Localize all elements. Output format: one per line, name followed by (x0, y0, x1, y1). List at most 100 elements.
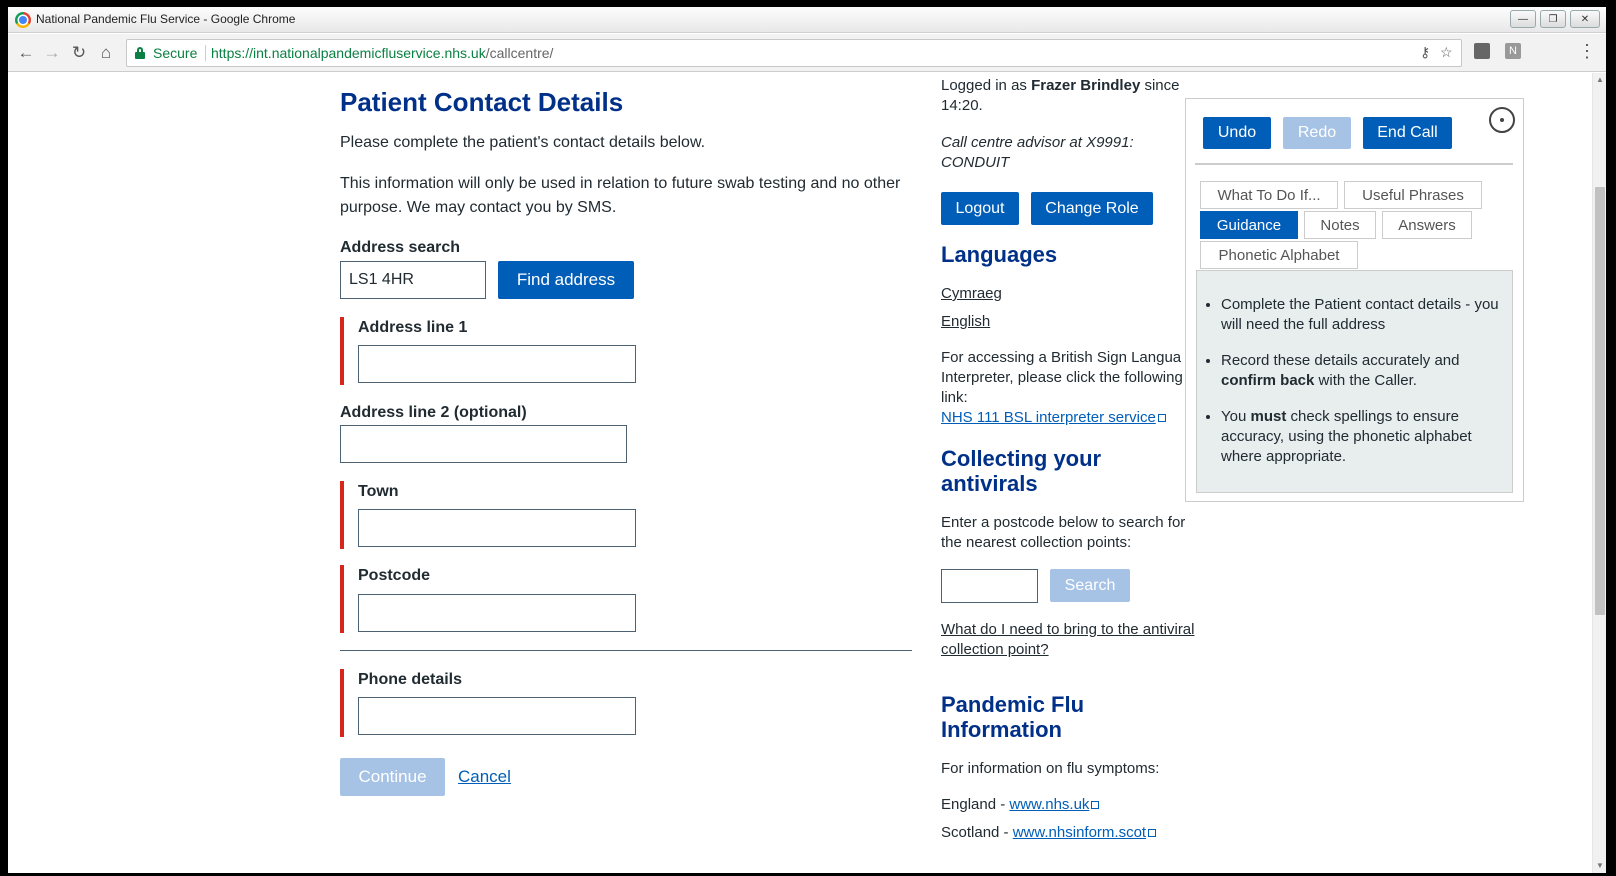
england-row: England - www.nhs.uk (941, 795, 1100, 815)
tab-useful-phrases[interactable]: Useful Phrases (1344, 181, 1482, 209)
town-label: Town (358, 483, 399, 500)
bookmark-star-icon[interactable]: ☆ (1440, 44, 1453, 61)
bring-link-1[interactable]: What do I need to bring to the antiviral (941, 620, 1194, 640)
scroll-thumb[interactable] (1595, 187, 1605, 615)
bring-link-2[interactable]: collection point? (941, 640, 1049, 660)
url-text: https://int.nationalpandemicfluservice.n… (211, 45, 553, 61)
role-line-1: Call centre advisor at X9991: (941, 134, 1134, 151)
url-host: https://int.nationalpandemicfluservice.n… (211, 45, 486, 61)
tab-guidance[interactable]: Guidance (1200, 211, 1298, 239)
error-indicator (340, 317, 344, 385)
change-role-button[interactable]: Change Role (1031, 192, 1153, 225)
collect-text-2: the nearest collection points: (941, 534, 1132, 551)
minimize-button[interactable]: — (1510, 10, 1536, 28)
collect-text-1: Enter a postcode below to search for (941, 514, 1186, 531)
address-line1-label: Address line 1 (358, 319, 468, 336)
flu-heading-2: Information (941, 717, 1062, 742)
url-path: /callcentre/ (485, 45, 554, 61)
close-window-button[interactable]: ✕ (1570, 10, 1600, 28)
tab-phonetic-alphabet[interactable]: Phonetic Alphabet (1200, 241, 1358, 269)
home-icon[interactable]: ⌂ (96, 43, 116, 63)
tab-what-to-do-if[interactable]: What To Do If... (1200, 181, 1338, 209)
panel-divider (1195, 163, 1513, 165)
error-indicator (340, 481, 344, 549)
guidance-item: Complete the Patient contact details - y… (1221, 295, 1500, 335)
tab-notes[interactable]: Notes (1304, 211, 1376, 239)
postcode-input[interactable] (358, 594, 636, 632)
scroll-up-icon[interactable]: ▲ (1593, 73, 1606, 87)
bsl-text-3: link: (941, 389, 968, 406)
address-bar[interactable]: Secure https://int.nationalpandemicfluse… (126, 39, 1462, 67)
browser-toolbar: ← → ↻ ⌂ Secure https://int.nationalpande… (8, 34, 1606, 72)
address-line2-input[interactable] (340, 425, 627, 463)
undo-button[interactable]: Undo (1203, 117, 1271, 149)
scotland-row: Scotland - www.nhsinform.scot (941, 823, 1157, 843)
address-line2-label: Address line 2 (optional) (340, 404, 527, 421)
secure-label: Secure (153, 45, 198, 61)
collecting-heading-2: antivirals (941, 471, 1038, 496)
address-line1-input[interactable] (358, 345, 636, 383)
external-link-icon (1091, 801, 1100, 809)
logout-button[interactable]: Logout (941, 192, 1019, 225)
guidance-content: Complete the Patient contact details - y… (1196, 270, 1513, 493)
forward-icon[interactable]: → (42, 43, 62, 63)
cymraeg-link[interactable]: Cymraeg (941, 284, 1002, 304)
flu-heading-1: Pandemic Flu (941, 692, 1085, 717)
town-input[interactable] (358, 509, 636, 547)
guidance-item: You must check spellings to ensure accur… (1221, 407, 1500, 467)
english-link[interactable]: English (941, 312, 990, 332)
page-scrollbar[interactable]: ▲ ▼ (1592, 73, 1606, 873)
role-line-2: CONDUIT (941, 154, 1010, 171)
error-indicator (340, 669, 344, 737)
chrome-logo-icon (15, 12, 31, 28)
window-title: National Pandemic Flu Service - Google C… (36, 12, 296, 26)
phone-input[interactable] (358, 697, 636, 735)
error-indicator (340, 565, 344, 633)
divider (340, 650, 912, 651)
external-link-icon (1148, 829, 1157, 837)
logged-in-time: 14:20. (941, 97, 983, 114)
nhs-inform-link[interactable]: www.nhsinform.scot (1013, 824, 1146, 841)
bsl-link-wrap: NHS 111 BSL interpreter service (941, 408, 1166, 428)
postcode-label: Postcode (358, 567, 431, 584)
page-title: Patient Contact Details (340, 87, 624, 117)
collecting-heading-1: Collecting your (941, 446, 1102, 471)
maximize-button[interactable]: ❐ (1540, 10, 1566, 28)
cancel-link[interactable]: Cancel (458, 767, 511, 787)
user-name: Frazer Brindley (1031, 77, 1141, 94)
bsl-interpreter-link[interactable]: NHS 111 BSL interpreter service (941, 409, 1156, 426)
logged-in-text: Logged in as Frazer Brindley since (941, 77, 1180, 94)
redo-button[interactable]: Redo (1283, 117, 1351, 149)
nhs-uk-link[interactable]: www.nhs.uk (1009, 796, 1089, 813)
extension-n-icon[interactable]: N (1505, 43, 1521, 59)
languages-heading: Languages (941, 242, 1058, 267)
call-guidance-panel: Undo Redo End Call What To Do If... Usef… (1185, 98, 1524, 502)
search-collection-button[interactable]: Search (1050, 569, 1130, 602)
collection-postcode-input[interactable] (941, 569, 1038, 603)
key-icon[interactable]: ⚷ (1420, 44, 1430, 61)
target-icon[interactable] (1489, 107, 1515, 133)
find-address-button[interactable]: Find address (498, 261, 634, 299)
reload-icon[interactable]: ↻ (69, 43, 89, 63)
end-call-button[interactable]: End Call (1363, 117, 1452, 149)
bsl-text-2: Interpreter, please click the following (941, 369, 1183, 386)
bsl-text-1: For accessing a British Sign Langua (941, 349, 1182, 366)
page-content: Patient Contact Details Please complete … (8, 73, 1592, 873)
info-text: This information will only be used in re… (340, 175, 901, 216)
address-search-label: Address search (340, 239, 461, 256)
lock-icon (135, 47, 145, 59)
back-icon[interactable]: ← (16, 43, 36, 63)
address-search-input[interactable] (340, 261, 486, 299)
extension-icon[interactable] (1474, 43, 1490, 59)
phone-label: Phone details (358, 671, 463, 688)
scroll-down-icon[interactable]: ▼ (1593, 859, 1606, 873)
guidance-item: Record these details accurately and conf… (1221, 351, 1500, 391)
external-link-icon (1157, 414, 1166, 422)
title-bar: National Pandemic Flu Service - Google C… (8, 7, 1606, 33)
chrome-menu-icon[interactable]: ⋮ (1578, 41, 1596, 62)
continue-button[interactable]: Continue (340, 758, 445, 796)
intro-text: Please complete the patient's contact de… (340, 134, 706, 151)
flu-info-text: For information on flu symptoms: (941, 760, 1160, 777)
browser-window: National Pandemic Flu Service - Google C… (8, 7, 1606, 873)
tab-answers[interactable]: Answers (1382, 211, 1472, 239)
